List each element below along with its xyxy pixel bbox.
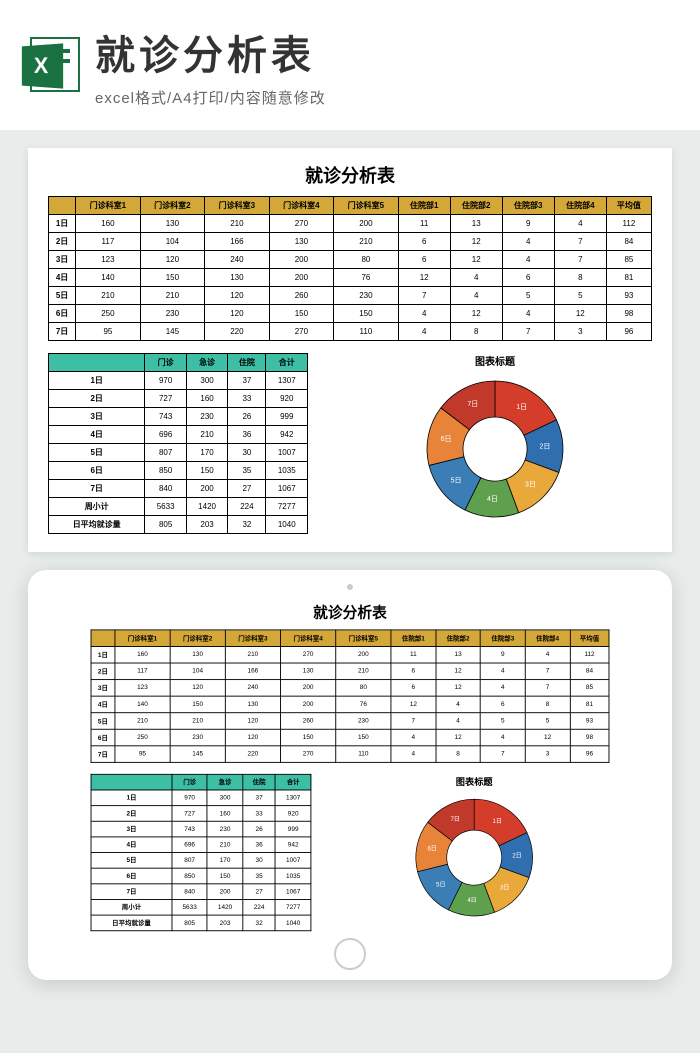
- table-row: 4日69621036942: [91, 837, 311, 853]
- table-row: 7日95145220270110487396: [91, 746, 609, 763]
- table-row: 5日807170301007: [49, 444, 308, 462]
- svg-text:2日: 2日: [539, 443, 550, 451]
- table-header: 平均值: [606, 197, 651, 215]
- svg-text:6日: 6日: [427, 846, 436, 853]
- page-title: 就诊分析表: [95, 23, 680, 81]
- page-subtitle: excel格式/A4打印/内容随意修改: [95, 87, 680, 108]
- table-row: 6日25023012015015041241298: [49, 305, 652, 323]
- table-header: 门诊科室4: [281, 630, 336, 647]
- table-header: 住院部3: [480, 630, 525, 647]
- chart-title: 图表标题: [475, 353, 515, 368]
- table-row: 7日840200271067: [49, 480, 308, 498]
- chart-area: 图表标题 1日 2日 3日 4日 5日 6日 7日: [338, 353, 652, 524]
- table-row: 周小计563314202247277: [91, 899, 311, 915]
- page-header: X 就诊分析表 excel格式/A4打印/内容随意修改: [0, 0, 700, 130]
- table-header: [49, 354, 145, 372]
- table-header: 门诊科室5: [334, 197, 399, 215]
- summary-table: 门诊急诊住院合计 1日9703003713072日727160339203日74…: [48, 353, 308, 534]
- sheet-title: 就诊分析表: [48, 162, 652, 188]
- table-header: 合计: [275, 774, 310, 790]
- table-row: 5日210210120260230745593: [49, 287, 652, 305]
- table-header: 门诊科室1: [115, 630, 170, 647]
- table-header: [49, 197, 76, 215]
- table-row: 周小计563314202247277: [49, 498, 308, 516]
- table-row: 4日140150130200761246881: [49, 269, 652, 287]
- excel-icon: X: [20, 35, 80, 95]
- donut-chart: 1日 2日 3日 4日 5日 6日 7日: [420, 374, 570, 524]
- table-header: 门诊科室3: [225, 630, 280, 647]
- table-row: 2日1171041661302106124784: [91, 663, 609, 680]
- preview-paper: 就诊分析表 门诊科室1门诊科室2门诊科室3门诊科室4门诊科室5住院部1住院部2住…: [28, 148, 672, 552]
- table-row: 6日850150351035: [49, 462, 308, 480]
- chart-title: 图表标题: [456, 774, 493, 788]
- svg-text:3日: 3日: [500, 885, 509, 892]
- table-row: 1日970300371307: [49, 372, 308, 390]
- svg-text:5日: 5日: [451, 476, 462, 484]
- table-row: 7日95145220270110487396: [49, 323, 652, 341]
- table-header: 住院部4: [525, 630, 570, 647]
- svg-text:7日: 7日: [450, 816, 459, 823]
- table-row: 5日210210120260230745593: [91, 713, 609, 730]
- table-row: 3日74323026999: [49, 408, 308, 426]
- table-header: 合计: [266, 354, 308, 372]
- table-row: 日平均就诊量805203321040: [49, 516, 308, 534]
- table-row: 2日72716033920: [91, 806, 311, 822]
- donut-chart: 1日 2日 3日 4日 5日 6日 7日: [410, 793, 539, 922]
- svg-text:3日: 3日: [525, 480, 536, 488]
- table-header: 急诊: [207, 774, 242, 790]
- table-header: 住院部3: [502, 197, 554, 215]
- table-header: 门诊: [145, 354, 186, 372]
- table-header: 住院: [228, 354, 266, 372]
- table-row: 1日160130210270200111394112: [49, 215, 652, 233]
- table-header: 急诊: [186, 354, 227, 372]
- table-header: 住院部1: [398, 197, 450, 215]
- table-row: 4日140150130200761246881: [91, 696, 609, 713]
- table-row: 日平均就诊量805203321040: [91, 915, 311, 931]
- preview-tablet: 就诊分析表 门诊科室1门诊科室2门诊科室3门诊科室4门诊科室5住院部1住院部2住…: [28, 570, 672, 980]
- chart-area: 图表标题 1日 2日 3日 4日 5日 6日 7日: [339, 774, 609, 922]
- svg-text:1日: 1日: [516, 403, 527, 411]
- table-row: 4日69621036942: [49, 426, 308, 444]
- table-header: 门诊科室1: [76, 197, 141, 215]
- table-header: 门诊科室2: [170, 630, 225, 647]
- svg-text:1日: 1日: [492, 818, 501, 825]
- svg-text:7日: 7日: [467, 400, 478, 408]
- table-header: 住院部1: [391, 630, 436, 647]
- main-data-table: 门诊科室1门诊科室2门诊科室3门诊科室4门诊科室5住院部1住院部2住院部3住院部…: [48, 196, 652, 341]
- svg-text:6日: 6日: [441, 435, 452, 443]
- table-row: 3日123120240200806124785: [49, 251, 652, 269]
- table-header: 平均值: [570, 630, 609, 647]
- table-header: 住院: [243, 774, 276, 790]
- svg-text:4日: 4日: [487, 495, 498, 503]
- main-data-table: 门诊科室1门诊科室2门诊科室3门诊科室4门诊科室5住院部1住院部2住院部3住院部…: [91, 629, 610, 762]
- svg-text:4日: 4日: [467, 897, 476, 904]
- svg-text:5日: 5日: [436, 881, 445, 888]
- table-row: 6日850150351035: [91, 868, 311, 884]
- table-header: 住院部2: [436, 630, 481, 647]
- table-header: 门诊: [172, 774, 207, 790]
- svg-text:2日: 2日: [512, 852, 521, 859]
- table-header: 门诊科室3: [205, 197, 270, 215]
- table-header: 住院部4: [554, 197, 606, 215]
- table-row: 6日25023012015015041241298: [91, 729, 609, 746]
- summary-table: 门诊急诊住院合计 1日9703003713072日727160339203日74…: [91, 774, 312, 931]
- table-row: 1日970300371307: [91, 790, 311, 806]
- table-header: [91, 630, 115, 647]
- table-header: [91, 774, 172, 790]
- table-row: 5日807170301007: [91, 853, 311, 869]
- table-header: 门诊科室2: [140, 197, 205, 215]
- sheet-title: 就诊分析表: [91, 600, 610, 622]
- table-row: 7日840200271067: [91, 884, 311, 900]
- table-row: 3日123120240200806124785: [91, 680, 609, 697]
- table-header: 门诊科室5: [336, 630, 391, 647]
- table-row: 2日1171041661302106124784: [49, 233, 652, 251]
- table-row: 2日72716033920: [49, 390, 308, 408]
- table-header: 门诊科室4: [269, 197, 334, 215]
- table-header: 住院部2: [450, 197, 502, 215]
- table-row: 3日74323026999: [91, 821, 311, 837]
- table-row: 1日160130210270200111394112: [91, 646, 609, 663]
